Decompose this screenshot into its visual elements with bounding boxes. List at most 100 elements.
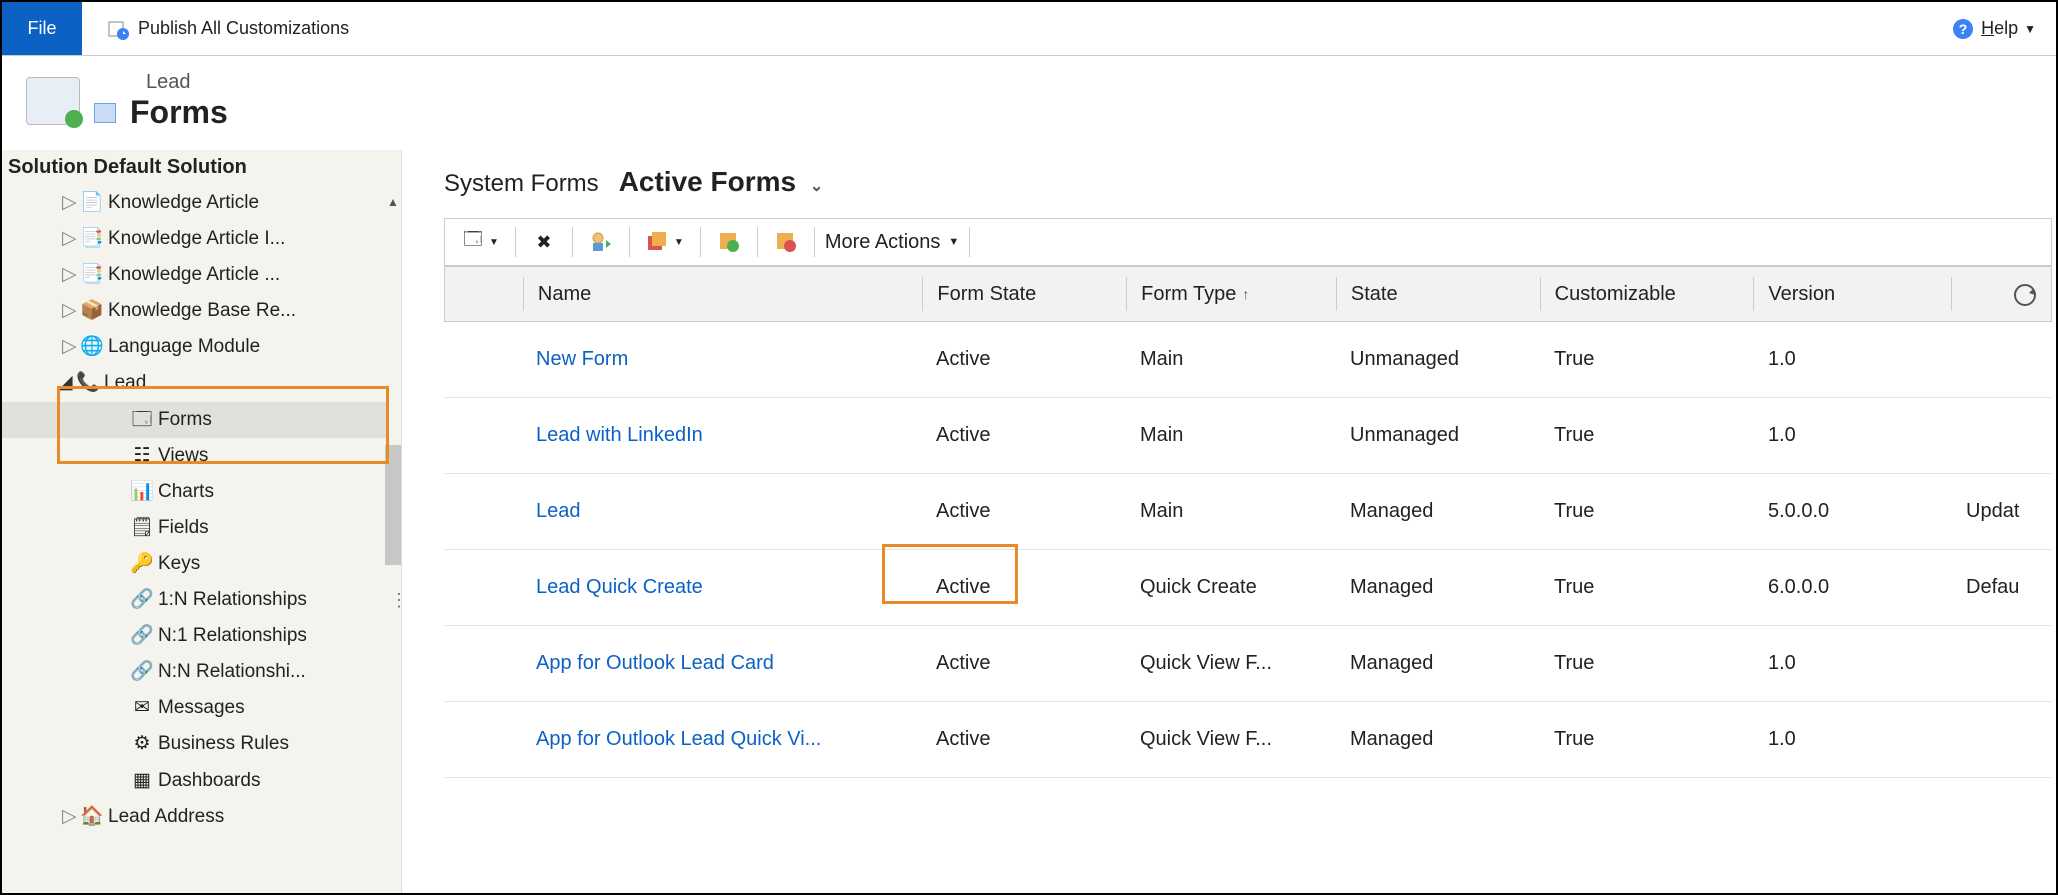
tree-label: Messages xyxy=(158,690,245,726)
row-version: 1.0 xyxy=(1754,348,1952,371)
tree-child-views[interactable]: ☷Views xyxy=(2,438,387,474)
new-icon: 🗔 xyxy=(461,230,485,254)
tree-label: Knowledge Article ... xyxy=(108,257,280,293)
view-selector[interactable]: Active Forms ⌄ xyxy=(619,166,824,198)
row-name-link[interactable]: App for Outlook Lead Quick Vi... xyxy=(522,728,922,751)
separator xyxy=(969,227,970,257)
tree-child-keys[interactable]: 🔑Keys xyxy=(2,546,387,582)
page-title: Forms xyxy=(130,94,228,131)
publish-label: Publish All Customizations xyxy=(138,18,349,39)
breadcrumb: Lead Forms xyxy=(2,56,2056,146)
scrollbar-thumb[interactable] xyxy=(385,445,401,565)
row-form-state: Active xyxy=(922,348,1126,371)
tree-node-knowledge-article-dots[interactable]: ▷📑Knowledge Article ... xyxy=(2,257,387,293)
scroll-up-icon[interactable]: ▲ xyxy=(385,191,401,207)
relation-icon: 🔗 xyxy=(132,662,152,682)
new-button[interactable]: 🗔▼ xyxy=(455,226,505,258)
publish-all-button[interactable]: Publish All Customizations xyxy=(82,2,349,55)
refresh-icon xyxy=(2012,282,2038,308)
col-form-state[interactable]: Form State xyxy=(922,277,1126,311)
more-actions-menu[interactable]: More Actions ▼ xyxy=(825,231,960,254)
row-version: 1.0 xyxy=(1754,652,1952,675)
main-content: ⋮ System Forms Active Forms ⌄ 🗔▼ ✖ ▼ xyxy=(402,150,2056,893)
table-row[interactable]: Lead Quick CreateActiveQuick CreateManag… xyxy=(444,550,2052,626)
separator xyxy=(757,227,758,257)
tree-label: Lead Address xyxy=(108,799,224,835)
col-form-type[interactable]: Form Type↑ xyxy=(1126,277,1336,311)
forms-grid: Name Form State Form Type↑ State Customi… xyxy=(444,266,2052,778)
help-icon: ? xyxy=(1951,17,1975,41)
row-customizable: True xyxy=(1540,652,1754,675)
tree-node-lead[interactable]: ◢📞Lead xyxy=(2,365,387,401)
views-icon: ☷ xyxy=(132,446,152,466)
tree-child-messages[interactable]: ✉ Messages xyxy=(2,690,387,726)
tree-node-knowledge-article[interactable]: ▷📄Knowledge Article xyxy=(2,185,387,221)
row-name-link[interactable]: App for Outlook Lead Card xyxy=(522,652,922,675)
row-description: Defau xyxy=(1952,576,2052,599)
row-name-link[interactable]: New Form xyxy=(522,348,922,371)
security-roles-icon xyxy=(589,230,613,254)
tree-label: Keys xyxy=(158,546,200,582)
splitter-handle[interactable]: ⋮ xyxy=(390,590,406,611)
tree-label: Knowledge Article I... xyxy=(108,221,285,257)
solution-title: Solution Default Solution xyxy=(2,156,401,185)
fields-icon: 🗒 xyxy=(132,518,152,538)
tree-node-knowledge-article-i[interactable]: ▷📑Knowledge Article I... xyxy=(2,221,387,257)
tree-label: 1:N Relationships xyxy=(158,582,307,618)
breadcrumb-entity: Lead xyxy=(94,71,228,94)
tree-label: N:1 Relationships xyxy=(158,618,307,654)
tree-label: Lead xyxy=(104,365,146,401)
separator xyxy=(814,227,815,257)
col-checkbox[interactable] xyxy=(445,277,523,311)
table-row[interactable]: App for Outlook Lead CardActiveQuick Vie… xyxy=(444,626,2052,702)
table-row[interactable]: New FormActiveMainUnmanagedTrue1.0 xyxy=(444,322,2052,398)
row-form-type: Quick Create xyxy=(1126,576,1336,599)
delete-button[interactable]: ✖ xyxy=(526,226,562,258)
row-description: Updat xyxy=(1952,500,2052,523)
row-form-state: Active xyxy=(922,576,1126,599)
table-row[interactable]: LeadActiveMainManagedTrue5.0.0.0Updat xyxy=(444,474,2052,550)
refresh-button[interactable] xyxy=(2007,277,2043,313)
col-version[interactable]: Version xyxy=(1753,277,1951,311)
table-row[interactable]: Lead with LinkedInActiveMainUnmanagedTru… xyxy=(444,398,2052,474)
activate-icon xyxy=(717,230,741,254)
tree-label: Language Module xyxy=(108,329,260,365)
tree-child-1n[interactable]: 🔗1:N Relationships xyxy=(2,582,387,618)
activate-button[interactable] xyxy=(711,226,747,258)
separator xyxy=(700,227,701,257)
tree-label: Knowledge Base Re... xyxy=(108,293,296,329)
view-selector-row: System Forms Active Forms ⌄ xyxy=(444,166,2056,198)
tree-node-knowledge-base-re[interactable]: ▷📦Knowledge Base Re... xyxy=(2,293,387,329)
row-form-state: Active xyxy=(922,500,1126,523)
row-version: 5.0.0.0 xyxy=(1754,500,1952,523)
file-menu-button[interactable]: File xyxy=(2,2,82,55)
enable-security-button[interactable] xyxy=(583,226,619,258)
row-customizable: True xyxy=(1540,728,1754,751)
form-order-button[interactable]: ▼ xyxy=(640,226,690,258)
col-name[interactable]: Name xyxy=(523,277,922,311)
svg-text:?: ? xyxy=(1959,21,1968,37)
tree-child-fields[interactable]: 🗒Fields xyxy=(2,510,387,546)
tree-child-dashboards[interactable]: ▦Dashboards xyxy=(2,763,387,799)
tree-child-forms[interactable]: 🗔Forms xyxy=(2,402,387,438)
tree-child-charts[interactable]: 📊Charts xyxy=(2,474,387,510)
body: Solution Default Solution ▲ ▷📄Knowledge … xyxy=(2,150,2056,893)
business-rules-icon: ⚙ xyxy=(132,734,152,754)
tree-child-nn[interactable]: 🔗N:N Relationshi... xyxy=(2,654,387,690)
entity-icon xyxy=(26,77,80,125)
deactivate-button[interactable] xyxy=(768,226,804,258)
row-name-link[interactable]: Lead with LinkedIn xyxy=(522,424,922,447)
table-row[interactable]: App for Outlook Lead Quick Vi...ActiveQu… xyxy=(444,702,2052,778)
help-menu[interactable]: ? Help ▼ xyxy=(1951,2,2056,55)
row-form-type: Quick View F... xyxy=(1126,652,1336,675)
tree-node-lead-address[interactable]: ▷🏠Lead Address xyxy=(2,799,387,835)
row-form-state: Active xyxy=(922,728,1126,751)
row-name-link[interactable]: Lead Quick Create xyxy=(522,576,922,599)
col-state[interactable]: State xyxy=(1336,277,1540,311)
tree-child-n1[interactable]: 🔗N:1 Relationships xyxy=(2,618,387,654)
messages-icon: ✉ xyxy=(132,698,152,718)
tree-node-language-module[interactable]: ▷🌐Language Module xyxy=(2,329,387,365)
row-name-link[interactable]: Lead xyxy=(522,500,922,523)
tree-child-business-rules[interactable]: ⚙Business Rules xyxy=(2,726,387,762)
col-customizable[interactable]: Customizable xyxy=(1540,277,1754,311)
